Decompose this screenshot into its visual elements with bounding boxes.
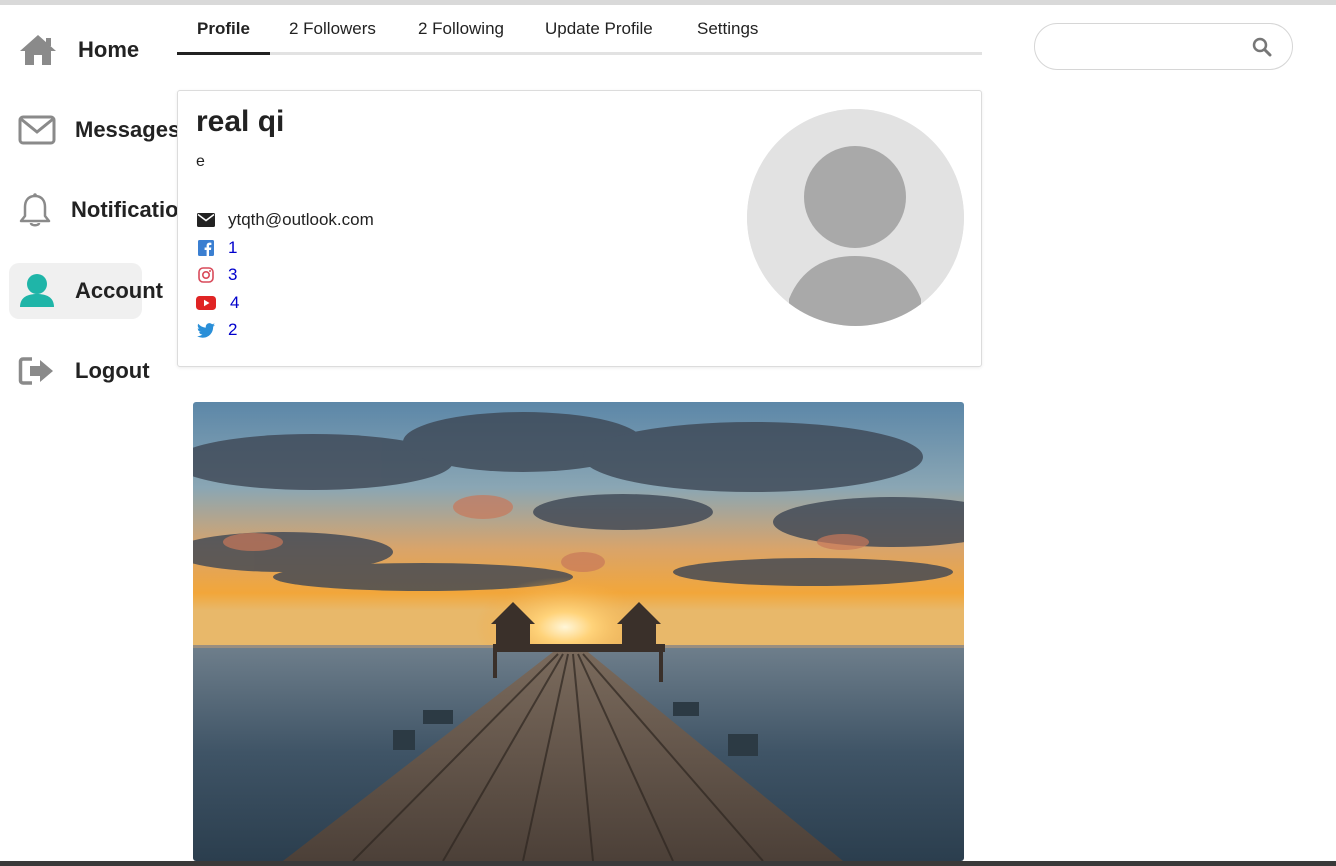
email-row: ytqth@outlook.com [196, 209, 374, 231]
bell-icon [13, 188, 57, 232]
twitter-link[interactable]: 2 [228, 320, 237, 340]
logout-icon [15, 349, 59, 393]
youtube-link[interactable]: 4 [230, 293, 239, 313]
post-photo [193, 402, 964, 861]
sidebar-item-label: Home [78, 37, 140, 62]
twitter-icon [196, 320, 216, 340]
profile-tabs: Profile 2 Followers 2 Following Update P… [177, 5, 982, 55]
tab-profile[interactable]: Profile [177, 19, 270, 55]
sidebar-item-logout[interactable]: Logout [9, 343, 177, 399]
search-box [1034, 23, 1293, 70]
envelope-icon [196, 210, 216, 230]
profile-email: ytqth@outlook.com [228, 210, 374, 229]
sidebar-item-notifications[interactable]: Notifications [9, 182, 178, 238]
sidebar-item-label: Account [75, 278, 163, 303]
sidebar-item-label: Messages [75, 117, 178, 142]
user-icon [15, 269, 59, 313]
profile-bio: e [196, 153, 205, 170]
sidebar-item-label: Logout [75, 358, 150, 383]
twitter-row: 2 [196, 319, 237, 341]
profile-card: real qi e ytqth@outlook.com 1 3 4 2 [177, 90, 982, 367]
tab-followers[interactable]: 2 Followers [289, 19, 376, 55]
profile-name: real qi [196, 105, 285, 138]
sidebar-item-label: Notifications [71, 197, 178, 222]
facebook-row: 1 [196, 237, 237, 259]
facebook-icon [196, 238, 216, 258]
tab-settings[interactable]: Settings [697, 19, 758, 55]
sidebar-item-messages[interactable]: Messages [9, 102, 178, 158]
envelope-icon [15, 108, 59, 152]
home-icon [16, 28, 60, 72]
search-icon[interactable] [1252, 37, 1272, 57]
youtube-row: 4 [196, 292, 239, 314]
sidebar-item-account[interactable]: Account [9, 263, 163, 319]
youtube-icon [196, 293, 216, 313]
instagram-icon [196, 265, 216, 285]
instagram-link[interactable]: 3 [228, 265, 237, 285]
sidebar: Home Messages Notifications Acco [0, 5, 178, 861]
window-bottom-border [0, 861, 1336, 866]
sidebar-item-home[interactable]: Home [9, 22, 177, 78]
avatar [747, 109, 964, 326]
tab-update-profile[interactable]: Update Profile [545, 19, 653, 55]
tab-following[interactable]: 2 Following [418, 19, 504, 55]
facebook-link[interactable]: 1 [228, 238, 237, 258]
search-input[interactable] [1051, 34, 1255, 62]
instagram-row: 3 [196, 264, 237, 286]
